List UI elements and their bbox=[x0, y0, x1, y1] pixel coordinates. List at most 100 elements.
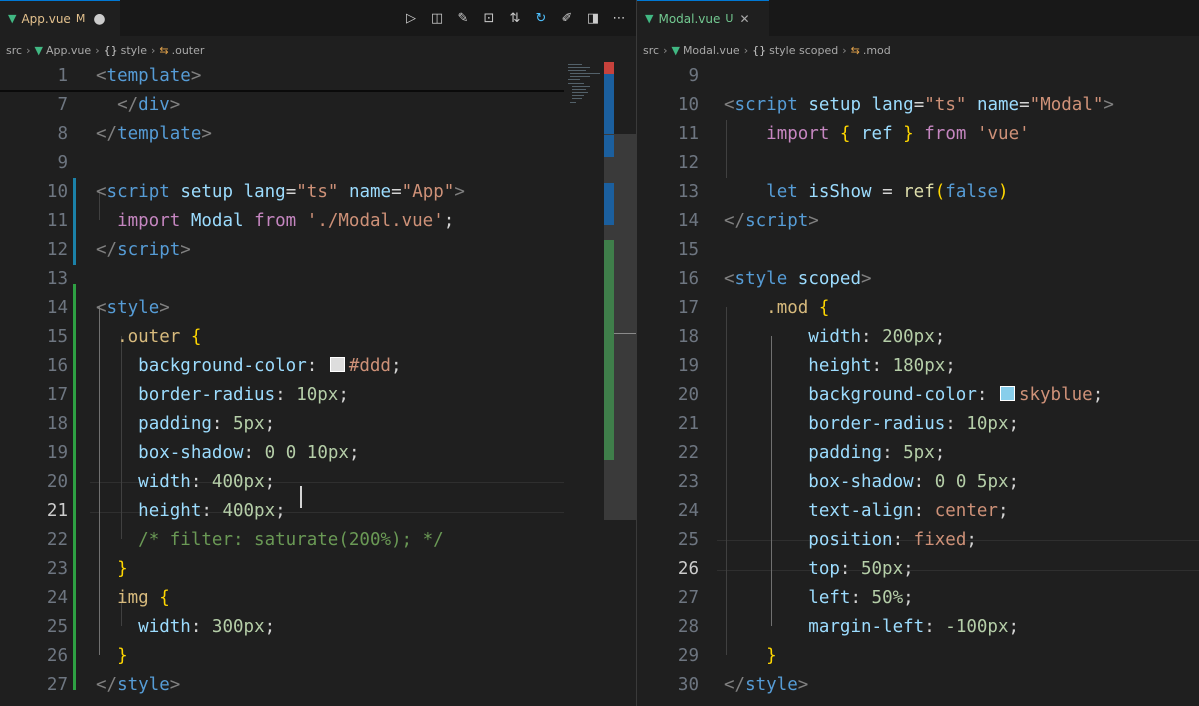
line-number: 12 bbox=[677, 153, 699, 173]
code-line[interactable]: 19 box-shadow: 0 0 10px; bbox=[0, 439, 636, 468]
breadcrumb-file[interactable]: Modal.vue bbox=[683, 44, 740, 57]
breadcrumb-section[interactable]: style bbox=[121, 44, 147, 57]
code-line[interactable]: 30 </style> bbox=[637, 671, 1199, 700]
code-line[interactable]: 15 bbox=[637, 236, 1199, 265]
code-line[interactable]: 26 top: 50px; bbox=[637, 555, 1199, 584]
chevron-right-icon: › bbox=[26, 43, 31, 57]
breadcrumb-section[interactable]: style scoped bbox=[769, 44, 838, 57]
minimap[interactable] bbox=[564, 62, 607, 122]
code-line[interactable]: 14 <style> bbox=[0, 294, 636, 323]
code-line[interactable]: 10 <script setup lang="ts" name="App"> bbox=[0, 178, 636, 207]
chevron-right-icon: › bbox=[95, 43, 100, 57]
code-line[interactable]: 20 width: 400px; bbox=[0, 468, 636, 497]
chevron-right-icon: › bbox=[150, 43, 156, 57]
code-line[interactable]: 21 height: 400px; bbox=[0, 497, 636, 526]
code-line[interactable]: 18 width: 200px; bbox=[637, 323, 1199, 352]
code-token: script bbox=[106, 182, 170, 202]
line-number: 19 bbox=[677, 356, 699, 376]
code-line[interactable]: 14 </script> bbox=[637, 207, 1199, 236]
code-line[interactable]: 16 background-color: #ddd; bbox=[0, 352, 636, 381]
code-line[interactable]: 9 bbox=[637, 62, 1199, 91]
code-line[interactable]: 12 </script> bbox=[0, 236, 636, 265]
code-line[interactable]: 26 } bbox=[0, 642, 636, 671]
run-icon[interactable]: ▷ bbox=[404, 11, 418, 26]
code-line[interactable]: 27 left: 50%; bbox=[637, 584, 1199, 613]
tab-app-vue[interactable]: ▼ App.vue M ● bbox=[0, 0, 120, 36]
code-line[interactable]: 19 height: 180px; bbox=[637, 352, 1199, 381]
code-token: 0 bbox=[934, 472, 946, 492]
code-line[interactable]: 7 </div> bbox=[0, 91, 636, 120]
code-line[interactable]: 13 let isShow = ref(false) bbox=[637, 178, 1199, 207]
breadcrumb-selector[interactable]: .mod bbox=[863, 44, 891, 57]
close-icon[interactable]: ✕ bbox=[739, 12, 749, 26]
code-line[interactable]: 11 import Modal from './Modal.vue'; bbox=[0, 207, 636, 236]
code-line[interactable]: 29 } bbox=[637, 642, 1199, 671]
pen-icon[interactable]: ✐ bbox=[560, 11, 574, 26]
tab-modal-vue[interactable]: ▼ Modal.vue U ✕ bbox=[637, 0, 769, 36]
code-line[interactable]: 20 background-color: skyblue; bbox=[637, 381, 1199, 410]
breadcrumb-folder[interactable]: src bbox=[6, 44, 22, 57]
code-token: ( bbox=[934, 182, 946, 202]
code-token: box-shadow bbox=[808, 472, 914, 492]
code-line[interactable]: 13 bbox=[0, 265, 636, 294]
code-token: : bbox=[275, 385, 297, 405]
code-line[interactable]: 27 </style> bbox=[0, 671, 636, 700]
unsaved-dot-icon[interactable]: ● bbox=[93, 11, 105, 27]
left-tab-bar: ▼ App.vue M ● ▷ ◫ ✎ ⊡ ⇅ ↻ ✐ ◨ ⋯ bbox=[0, 0, 636, 36]
code-line[interactable]: 24 img { bbox=[0, 584, 636, 613]
more-actions-icon[interactable]: ⋯ bbox=[612, 11, 626, 26]
code-line[interactable]: 24 text-align: center; bbox=[637, 497, 1199, 526]
code-line[interactable]: 8 </template> bbox=[0, 120, 636, 149]
code-line[interactable]: 23 } bbox=[0, 555, 636, 584]
code-token: img bbox=[117, 588, 149, 608]
compare-icon[interactable]: ⊡ bbox=[482, 11, 496, 26]
code-text: width: 300px; bbox=[96, 613, 275, 642]
code-line[interactable]: 15 .outer { bbox=[0, 323, 636, 352]
code-token: let bbox=[766, 182, 798, 202]
code-line[interactable]: 25 position: fixed; bbox=[637, 526, 1199, 555]
code-line[interactable]: 1 <template> bbox=[0, 62, 636, 91]
code-line[interactable]: 9 bbox=[0, 149, 636, 178]
line-number: 25 bbox=[46, 617, 68, 637]
code-line[interactable]: 17 .mod { bbox=[637, 294, 1199, 323]
code-line[interactable]: 21 border-radius: 10px; bbox=[637, 410, 1199, 439]
git-compare-icon[interactable]: ⇅ bbox=[508, 11, 522, 26]
code-line[interactable]: 22 padding: 5px; bbox=[637, 439, 1199, 468]
edit-note-icon[interactable]: ✎ bbox=[456, 11, 470, 26]
code-text: height: 180px; bbox=[724, 352, 956, 381]
code-token: ; bbox=[275, 501, 286, 521]
color-swatch-icon[interactable] bbox=[999, 386, 1015, 401]
code-line[interactable]: 22 /* filter: saturate(200%); */ bbox=[0, 526, 636, 555]
line-number: 20 bbox=[677, 385, 699, 405]
breadcrumb-file[interactable]: App.vue bbox=[46, 44, 91, 57]
left-code-editor[interactable]: 1 <template> 7 </div> 8 </template> 9 10 <scrip… bbox=[0, 62, 636, 706]
color-swatch-icon[interactable] bbox=[329, 357, 345, 372]
breadcrumb-folder[interactable]: src bbox=[643, 44, 659, 57]
code-line[interactable]: 16 <style scoped> bbox=[637, 265, 1199, 294]
code-line[interactable]: 28 margin-left: -100px; bbox=[637, 613, 1199, 642]
code-token: } bbox=[903, 124, 914, 144]
code-line[interactable]: 12 bbox=[637, 149, 1199, 178]
code-line[interactable]: 11 import { ref } from 'vue' bbox=[637, 120, 1199, 149]
breadcrumb-selector[interactable]: .outer bbox=[172, 44, 205, 57]
right-code-editor[interactable]: 9 10 <script setup lang="ts" name="Modal">… bbox=[637, 62, 1199, 706]
code-token: = bbox=[391, 182, 402, 202]
refresh-icon[interactable]: ↻ bbox=[534, 11, 548, 26]
code-line[interactable]: 18 padding: 5px; bbox=[0, 410, 636, 439]
code-line[interactable]: 17 border-radius: 10px; bbox=[0, 381, 636, 410]
open-preview-icon[interactable]: ◫ bbox=[430, 11, 444, 26]
code-line[interactable]: 10 <script setup lang="ts" name="Modal"> bbox=[637, 91, 1199, 120]
code-line[interactable]: 25 width: 300px; bbox=[0, 613, 636, 642]
split-editor-icon[interactable]: ◨ bbox=[586, 11, 600, 26]
code-line[interactable]: 23 box-shadow: 0 0 5px; bbox=[637, 468, 1199, 497]
code-token: { bbox=[818, 298, 830, 318]
